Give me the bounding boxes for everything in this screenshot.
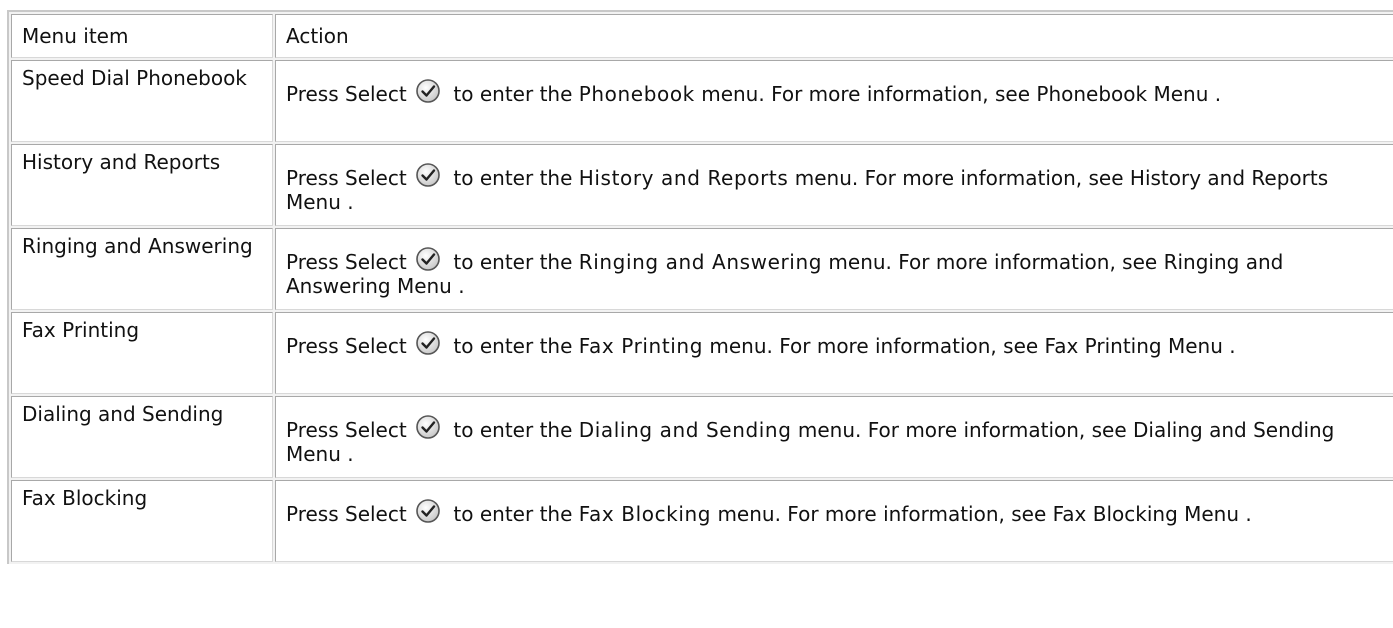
action-cell: Press Select to enter the Phonebook menu… xyxy=(275,60,1393,142)
action-prefix: Press Select xyxy=(286,334,407,358)
table-row: Fax Blocking Press Select to enter the F… xyxy=(11,480,1393,562)
action-suffix: menu. For more information, see xyxy=(794,166,1124,190)
action-mid: to enter the xyxy=(453,82,573,106)
action-prefix: Press Select xyxy=(286,82,407,106)
menu-item-cell: Speed Dial Phonebook xyxy=(11,60,273,142)
action-mid: to enter the xyxy=(453,166,573,190)
sentence-end: . xyxy=(458,274,465,298)
sentence-end: . xyxy=(1214,82,1222,106)
action-suffix: menu. For more information, see xyxy=(709,334,1039,358)
select-check-icon xyxy=(415,330,441,356)
menu-item-cell: History and Reports xyxy=(11,144,273,226)
table-row: Speed Dial Phonebook Press Select to ent… xyxy=(11,60,1393,142)
select-check-icon xyxy=(415,162,441,188)
select-check-icon xyxy=(415,78,441,104)
action-prefix: Press Select xyxy=(286,418,407,442)
action-cell: Press Select to enter the Fax Blocking m… xyxy=(275,480,1393,562)
table-row: Fax Printing Press Select to enter the F… xyxy=(11,312,1393,394)
menu-name: Fax Printing xyxy=(578,334,704,358)
menu-link[interactable]: Fax Blocking Menu xyxy=(1053,502,1239,526)
menu-item-cell: Fax Blocking xyxy=(11,480,273,562)
action-mid: to enter the xyxy=(453,418,573,442)
header-menu-item: Menu item xyxy=(11,14,273,58)
menu-name: Dialing and Sending xyxy=(578,418,792,442)
menu-name: History and Reports xyxy=(578,166,789,190)
menu-item-cell: Fax Printing xyxy=(11,312,273,394)
select-check-icon xyxy=(415,414,441,440)
menu-link[interactable]: Fax Printing Menu xyxy=(1045,334,1223,358)
menu-link[interactable]: Phonebook Menu xyxy=(1036,82,1208,106)
action-suffix: menu. For more information, see xyxy=(717,502,1047,526)
sentence-end: . xyxy=(1245,502,1252,526)
select-check-icon xyxy=(415,498,441,524)
table-row: Dialing and Sending Press Select to ente… xyxy=(11,396,1393,478)
menu-name: Phonebook xyxy=(578,82,695,106)
sentence-end: . xyxy=(1229,334,1236,358)
action-cell: Press Select to enter the Ringing and An… xyxy=(275,228,1393,310)
menu-name: Fax Blocking xyxy=(578,502,712,526)
menu-table-container: Menu item Action Speed Dial Phonebook Pr… xyxy=(7,10,1393,564)
action-mid: to enter the xyxy=(453,502,573,526)
action-prefix: Press Select xyxy=(286,166,407,190)
action-prefix: Press Select xyxy=(286,250,407,274)
sentence-end: . xyxy=(347,190,354,214)
action-suffix: menu. For more information, see xyxy=(797,418,1127,442)
sentence-end: . xyxy=(347,442,354,466)
header-action: Action xyxy=(275,14,1393,58)
action-mid: to enter the xyxy=(453,334,573,358)
action-cell: Press Select to enter the History and Re… xyxy=(275,144,1393,226)
action-suffix: menu. For more information, see xyxy=(701,82,1031,106)
action-mid: to enter the xyxy=(453,250,573,274)
action-prefix: Press Select xyxy=(286,502,407,526)
table-header-row: Menu item Action xyxy=(11,14,1393,58)
menu-item-cell: Dialing and Sending xyxy=(11,396,273,478)
menu-name: Ringing and Answering xyxy=(578,250,823,274)
fax-menu-table: Menu item Action Speed Dial Phonebook Pr… xyxy=(7,10,1393,564)
action-cell: Press Select to enter the Fax Printing m… xyxy=(275,312,1393,394)
table-row: History and Reports Press Select to ente… xyxy=(11,144,1393,226)
action-cell: Press Select to enter the Dialing and Se… xyxy=(275,396,1393,478)
table-row: Ringing and Answering Press Select to en… xyxy=(11,228,1393,310)
menu-item-cell: Ringing and Answering xyxy=(11,228,273,310)
action-suffix: menu. For more information, see xyxy=(828,250,1158,274)
select-check-icon xyxy=(415,246,441,272)
